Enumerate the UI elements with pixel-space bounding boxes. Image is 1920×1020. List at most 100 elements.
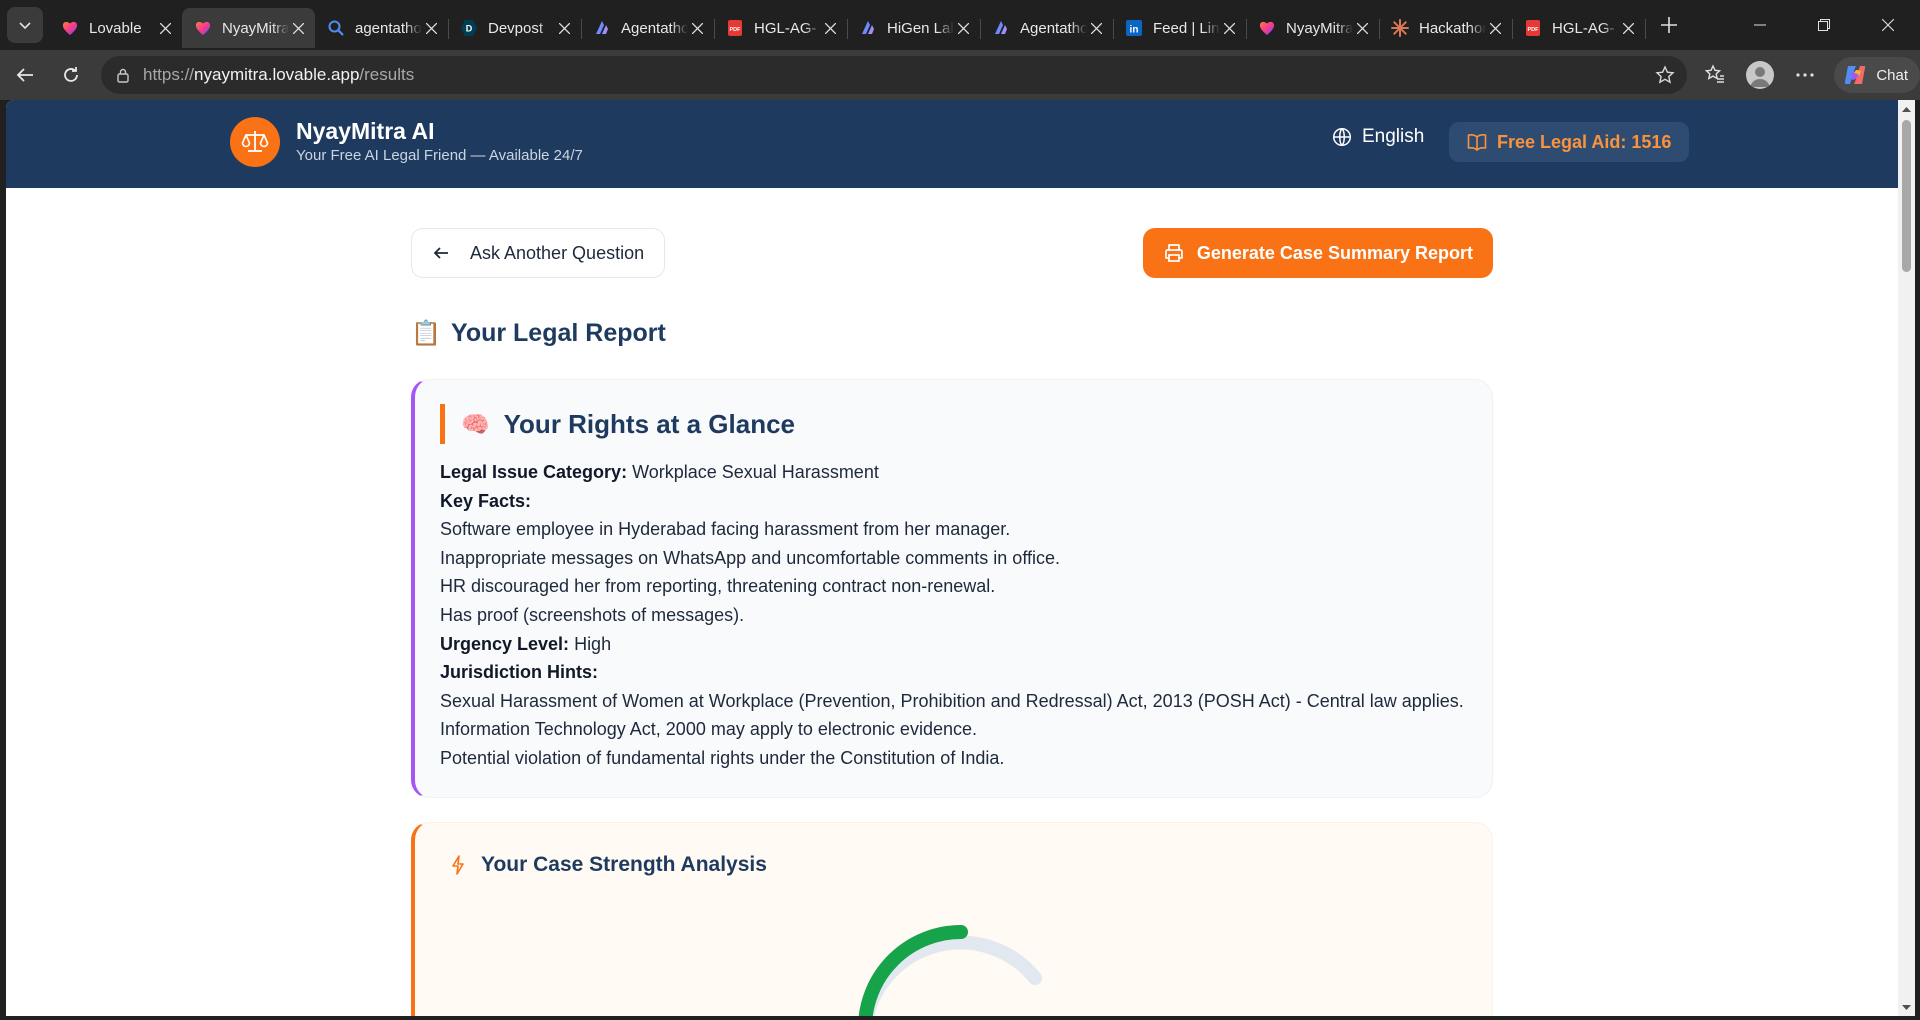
browser-tab[interactable]: NyayMitra xyxy=(1246,8,1380,48)
lovable-heart-icon xyxy=(61,19,79,37)
urgency-label: Urgency Level: xyxy=(440,633,570,654)
star-icon[interactable] xyxy=(1655,65,1675,85)
browser-toolbar: https://nyaymitra.lovable.app/results Ch… xyxy=(0,50,1920,100)
rights-body: Legal Issue Category: Workplace Sexual H… xyxy=(440,458,1468,773)
svg-text:PDF: PDF xyxy=(730,27,742,33)
url-path: /results xyxy=(359,65,415,84)
ask-another-question-button[interactable]: Ask Another Question xyxy=(411,228,666,278)
scales-logo-icon xyxy=(230,117,280,167)
close-tab-icon[interactable] xyxy=(1619,19,1637,37)
close-tab-icon[interactable] xyxy=(1087,19,1105,37)
close-tab-icon[interactable] xyxy=(1220,19,1238,37)
new-tab-button[interactable] xyxy=(1651,7,1687,43)
tab-title: NyayMitra xyxy=(222,19,289,37)
chat-label: Chat xyxy=(1876,66,1908,84)
jurisdiction-item: Potential violation of fundamental right… xyxy=(440,747,1005,768)
plus-icon xyxy=(1661,17,1677,33)
favorites-button[interactable] xyxy=(1695,55,1735,95)
more-menu-button[interactable] xyxy=(1785,55,1825,95)
app-header: NyayMitra AI Your Free AI Legal Friend —… xyxy=(6,100,1898,188)
free-legal-aid-badge[interactable]: Free Legal Aid: 1516 xyxy=(1449,122,1690,162)
page-scrollbar[interactable] xyxy=(1898,100,1915,1016)
generate-report-button[interactable]: Generate Case Summary Report xyxy=(1142,228,1493,278)
browser-tab[interactable]: PDF HGL-AG- xyxy=(1512,8,1646,48)
chevron-down-icon xyxy=(19,22,31,30)
close-tab-icon[interactable] xyxy=(1353,19,1371,37)
rights-heading: 🧠 Your Rights at a Glance xyxy=(440,404,1468,444)
rights-card: 🧠 Your Rights at a Glance Legal Issue Ca… xyxy=(411,379,1493,798)
scroll-down-arrow[interactable] xyxy=(1898,999,1915,1016)
rights-heading-text: Your Rights at a Glance xyxy=(503,408,795,439)
url-text: https://nyaymitra.lovable.app/results xyxy=(143,65,1655,85)
jurisdiction-item: Information Technology Act, 2000 may app… xyxy=(440,719,977,740)
tab-title: NyayMitra xyxy=(1286,19,1353,37)
language-label: English xyxy=(1362,126,1425,147)
browser-tab[interactable]: in Feed | LinkedIn xyxy=(1113,8,1247,48)
copilot-chat-button[interactable]: Chat xyxy=(1834,57,1920,93)
browser-tab[interactable]: Agentathon xyxy=(980,8,1114,48)
tab-title: Feed | LinkedIn xyxy=(1153,19,1220,37)
close-tab-icon[interactable] xyxy=(821,19,839,37)
brand[interactable]: NyayMitra AI Your Free AI Legal Friend —… xyxy=(230,117,583,167)
close-tab-icon[interactable] xyxy=(1486,19,1504,37)
lightning-icon xyxy=(452,854,464,875)
browser-tab[interactable]: Agentathon xyxy=(581,8,715,48)
restore-button[interactable] xyxy=(1792,0,1856,50)
category-value: Workplace Sexual Harassment xyxy=(627,462,879,482)
person-icon xyxy=(1750,67,1771,87)
tab-title: HGL-AG- xyxy=(754,19,817,37)
tab-title: HGL-AG- xyxy=(1552,19,1615,37)
jurisdiction-label: Jurisdiction Hints: xyxy=(440,662,599,683)
case-strength-title: Your Case Strength Analysis xyxy=(481,852,767,876)
minimize-button[interactable] xyxy=(1728,0,1792,50)
browser-tab[interactable]: PDF HGL-AG- xyxy=(714,8,848,48)
scroll-up-arrow[interactable] xyxy=(1898,100,1915,117)
copilot-icon xyxy=(1845,66,1866,84)
profile-button[interactable] xyxy=(1740,55,1780,95)
search-icon xyxy=(327,19,345,37)
key-facts-label-line: Key Facts: xyxy=(440,487,1468,516)
agentathon-logo-icon xyxy=(593,19,611,37)
tab-title: agentathon xyxy=(355,19,422,37)
tab-actions-button[interactable] xyxy=(7,7,43,43)
action-row: Ask Another Question Generate Case Summa… xyxy=(411,228,1493,278)
case-strength-heading: Your Case Strength Analysis xyxy=(451,853,767,877)
close-tab-icon[interactable] xyxy=(555,19,573,37)
key-fact-item: Has proof (screenshots of messages). xyxy=(440,604,745,625)
close-tab-icon[interactable] xyxy=(289,19,307,37)
browser-tab[interactable]: agentathon xyxy=(315,8,449,48)
browser-tab[interactable]: Hackathon xyxy=(1379,8,1513,48)
key-fact-item: HR discouraged her from reporting, threa… xyxy=(440,576,996,597)
browser-tab[interactable]: D Devpost xyxy=(448,8,582,48)
site-info-icon[interactable] xyxy=(115,67,131,83)
close-tab-icon[interactable] xyxy=(422,19,440,37)
jurisdiction-label-line: Jurisdiction Hints: xyxy=(440,658,1468,687)
language-selector[interactable]: English xyxy=(1332,126,1424,148)
category-line: Legal Issue Category: Workplace Sexual H… xyxy=(440,458,1468,487)
close-tab-icon[interactable] xyxy=(688,19,706,37)
url-scheme: https:// xyxy=(143,65,195,84)
globe-icon xyxy=(1332,127,1352,147)
lovable-heart-icon xyxy=(194,19,212,37)
tab-title: Agentathon xyxy=(621,19,688,37)
close-tab-icon[interactable] xyxy=(156,19,174,37)
back-button[interactable] xyxy=(7,57,43,93)
browser-tab[interactable]: HiGen Lab xyxy=(847,8,981,48)
generate-report-label: Generate Case Summary Report xyxy=(1196,242,1473,263)
key-fact-item: Inappropriate messages on WhatsApp and u… xyxy=(440,547,1061,568)
close-tab-icon[interactable] xyxy=(954,19,972,37)
scrollbar-thumb[interactable] xyxy=(1902,120,1911,272)
key-facts-label: Key Facts: xyxy=(440,490,532,511)
category-label: Legal Issue Category: xyxy=(440,462,628,482)
urgency-value: High xyxy=(569,633,612,654)
browser-tab[interactable]: NyayMitra xyxy=(182,8,315,48)
close-icon xyxy=(1882,19,1894,31)
window-controls xyxy=(1728,0,1920,50)
browser-tab[interactable]: Lovable xyxy=(49,8,182,48)
tab-title: Hackathon xyxy=(1419,19,1486,37)
address-bar[interactable]: https://nyaymitra.lovable.app/results xyxy=(101,56,1688,94)
reload-button[interactable] xyxy=(53,57,89,93)
close-window-button[interactable] xyxy=(1856,0,1920,50)
book-open-icon xyxy=(1467,134,1487,151)
browser-tab-strip: Lovable NyayMitra agentathon D Devpost Agenta… xyxy=(0,0,1920,50)
